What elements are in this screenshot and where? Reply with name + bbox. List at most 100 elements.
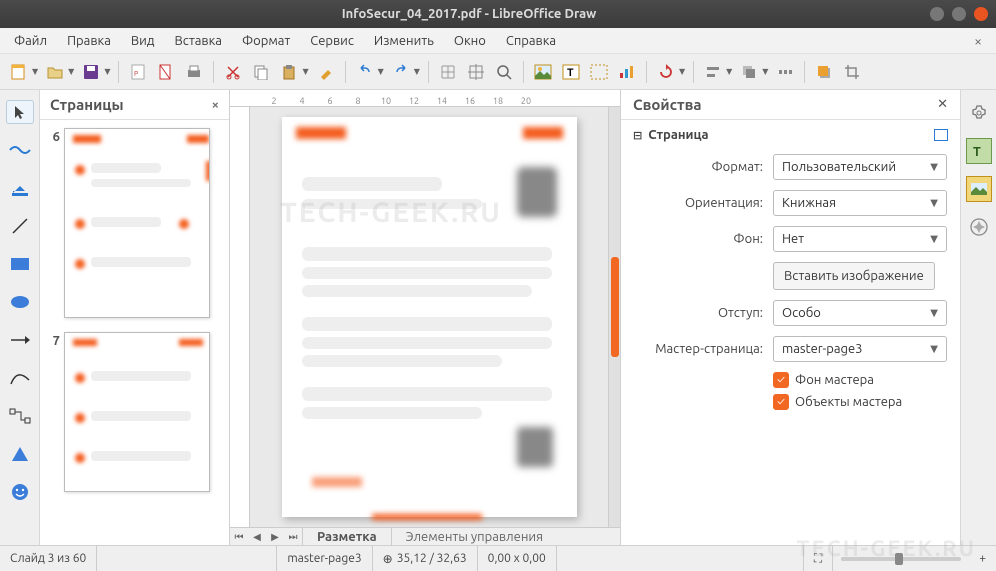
close-button[interactable] — [974, 7, 988, 21]
status-coords: ⊕35,12 / 32,63 — [373, 546, 478, 571]
grid-icon[interactable] — [435, 59, 461, 85]
zoom-icon[interactable] — [491, 59, 517, 85]
line-tool-icon[interactable] — [6, 214, 34, 238]
last-page-icon[interactable]: ⏭ — [284, 529, 302, 545]
basic-shapes-icon[interactable] — [6, 442, 34, 466]
frame-icon[interactable] — [586, 59, 612, 85]
dropdown-icon[interactable]: ▼ — [726, 67, 732, 76]
arrow-tool-icon[interactable] — [6, 328, 34, 352]
navigator-tab-icon[interactable] — [966, 214, 992, 240]
window-title: InfoSecur_04_2017.pdf - LibreOffice Draw — [8, 7, 930, 21]
chart-icon[interactable] — [614, 59, 640, 85]
curve-tool-icon[interactable] — [6, 366, 34, 390]
page-thumbnail[interactable] — [64, 332, 210, 492]
crop-icon[interactable] — [839, 59, 865, 85]
brush-icon[interactable] — [313, 59, 339, 85]
zoom-in-icon[interactable]: + — [969, 546, 996, 571]
master-background-checkbox[interactable]: ✓ — [773, 372, 789, 388]
page-setup-icon[interactable] — [153, 59, 179, 85]
section-collapse-icon[interactable]: ⊟ — [633, 129, 642, 142]
page-view[interactable]: TECH-GEEK.RU — [250, 107, 608, 527]
menu-edit[interactable]: Правка — [57, 30, 121, 52]
dropdown-icon[interactable]: ▼ — [68, 67, 74, 76]
dropdown-icon[interactable]: ▼ — [762, 67, 768, 76]
prev-page-icon[interactable]: ◀ — [248, 529, 266, 545]
background-label: Фон: — [633, 232, 773, 246]
new-doc-icon[interactable] — [6, 59, 32, 85]
arrange-icon[interactable] — [736, 59, 762, 85]
main-toolbar: ▼ ▼ ▼ P ▼ ▼ ▼ T ▼ ▼ ▼ — [0, 54, 996, 90]
fill-color-icon[interactable] — [6, 176, 34, 200]
snap-icon[interactable] — [463, 59, 489, 85]
line-color-icon[interactable] — [6, 138, 34, 162]
section-menu-icon[interactable] — [934, 129, 948, 141]
select-tool-icon[interactable] — [6, 100, 34, 124]
vertical-scrollbar[interactable] — [608, 107, 620, 527]
svg-text:T: T — [973, 145, 981, 159]
titlebar: InfoSecur_04_2017.pdf - LibreOffice Draw — [0, 0, 996, 28]
ellipse-tool-icon[interactable] — [6, 290, 34, 314]
smiley-icon[interactable] — [6, 480, 34, 504]
menu-view[interactable]: Вид — [121, 30, 165, 52]
connector-tool-icon[interactable] — [6, 404, 34, 428]
master-objects-checkbox[interactable]: ✓ — [773, 394, 789, 410]
gallery-tab-icon[interactable] — [966, 176, 992, 202]
minimize-button[interactable] — [930, 7, 944, 21]
maximize-button[interactable] — [952, 7, 966, 21]
dropdown-icon[interactable]: ▼ — [104, 67, 110, 76]
distribute-icon[interactable] — [772, 59, 798, 85]
horizontal-ruler: 2468101214161820 — [230, 90, 620, 107]
shadow-icon[interactable] — [811, 59, 837, 85]
redo-icon[interactable] — [388, 59, 414, 85]
menu-insert[interactable]: Вставка — [164, 30, 231, 52]
print-icon[interactable] — [181, 59, 207, 85]
dropdown-icon[interactable]: ▼ — [302, 67, 308, 76]
dropdown-icon[interactable]: ▼ — [679, 67, 685, 76]
cut-icon[interactable] — [220, 59, 246, 85]
pages-panel: Страницы × 6 — [40, 90, 230, 545]
master-page-dropdown[interactable]: master-page3▼ — [773, 336, 947, 362]
orientation-dropdown[interactable]: Книжная▼ — [773, 190, 947, 216]
page-thumbnail[interactable] — [64, 128, 210, 318]
fit-page-icon[interactable]: ⛶ — [803, 546, 833, 571]
pages-panel-close-icon[interactable]: × — [212, 98, 219, 112]
margin-dropdown[interactable]: Особо▼ — [773, 300, 947, 326]
dropdown-icon[interactable]: ▼ — [414, 67, 420, 76]
menu-format[interactable]: Формат — [232, 30, 300, 52]
menu-help[interactable]: Справка — [496, 30, 566, 52]
paste-icon[interactable] — [276, 59, 302, 85]
orientation-label: Ориентация: — [633, 196, 773, 210]
master-page-label: Мастер-страница: — [633, 342, 773, 356]
image-icon[interactable] — [530, 59, 556, 85]
background-dropdown[interactable]: Нет▼ — [773, 226, 947, 252]
menu-window[interactable]: Окно — [444, 30, 496, 52]
doc-close-button[interactable]: × — [964, 33, 992, 49]
dropdown-icon[interactable]: ▼ — [378, 67, 384, 76]
next-page-icon[interactable]: ▶ — [266, 529, 284, 545]
properties-close-icon[interactable]: ✕ — [937, 97, 948, 112]
menu-tools[interactable]: Сервис — [300, 30, 364, 52]
menu-modify[interactable]: Изменить — [364, 30, 444, 52]
dropdown-icon[interactable]: ▼ — [32, 67, 38, 76]
text-box-icon[interactable]: T — [558, 59, 584, 85]
rectangle-tool-icon[interactable] — [6, 252, 34, 276]
page-canvas[interactable] — [282, 117, 577, 517]
undo-icon[interactable] — [352, 59, 378, 85]
first-page-icon[interactable]: ⏮ — [230, 529, 248, 545]
zoom-slider[interactable] — [841, 557, 961, 561]
open-icon[interactable] — [42, 59, 68, 85]
export-pdf-icon[interactable]: P — [125, 59, 151, 85]
tab-layout[interactable]: Разметка — [302, 528, 391, 546]
insert-image-button[interactable]: Вставить изображение — [773, 262, 935, 290]
copy-icon[interactable] — [248, 59, 274, 85]
save-icon[interactable] — [78, 59, 104, 85]
menu-file[interactable]: Файл — [4, 30, 57, 52]
format-dropdown[interactable]: Пользовательский▼ — [773, 154, 947, 180]
align-icon[interactable] — [700, 59, 726, 85]
styles-tab-icon[interactable]: T — [966, 138, 992, 164]
tab-controls[interactable]: Элементы управления — [391, 528, 557, 546]
thumb-number: 6 — [46, 128, 60, 318]
rotate-icon[interactable] — [653, 59, 679, 85]
properties-tab-icon[interactable] — [966, 100, 992, 126]
properties-title: Свойства — [633, 96, 702, 113]
